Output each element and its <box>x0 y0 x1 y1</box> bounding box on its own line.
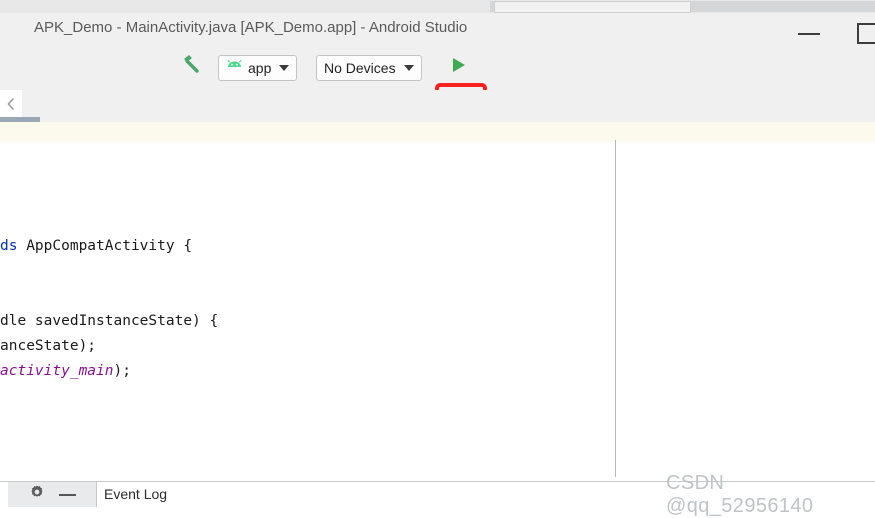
scrollbar-thumb[interactable] <box>494 1 691 13</box>
window-maximize-button[interactable] <box>857 23 875 44</box>
window-minimize-button[interactable] <box>798 33 820 35</box>
code-token: anceState); <box>0 337 97 354</box>
editor-tab-strip <box>0 90 875 123</box>
window-title-bar: APK_Demo - MainActivity.java [APK_Demo.a… <box>0 13 875 46</box>
event-log-tab[interactable]: Event Log <box>104 486 167 502</box>
chevron-left-icon[interactable] <box>0 90 22 117</box>
code-token: AppCompatActivity { <box>17 237 193 254</box>
tool-window-controls <box>8 482 97 507</box>
editor-notification-banner <box>0 122 875 142</box>
bottom-status-bar: Event Log <box>0 481 875 507</box>
code-line: dle savedInstanceState) { <box>0 309 610 334</box>
module-selector-combo[interactable]: app <box>218 54 298 81</box>
editor-split-divider[interactable] <box>615 140 616 477</box>
code-token: ds <box>0 237 18 254</box>
main-toolbar: app No Devices A <box>0 45 875 133</box>
minimize-dash-icon[interactable] <box>58 493 76 496</box>
code-line: activity_main); <box>0 359 610 384</box>
chevron-down-icon[interactable] <box>279 64 290 71</box>
hammer-icon <box>176 52 202 83</box>
page-title: APK_Demo - MainActivity.java [APK_Demo.a… <box>34 19 468 36</box>
chevron-down-icon[interactable] <box>403 64 414 71</box>
code-editor[interactable]: ds AppCompatActivity { dle savedInstance… <box>0 122 875 477</box>
code-token: dle savedInstanceState) { <box>0 312 219 329</box>
code-token: ); <box>113 362 131 379</box>
code-text[interactable]: ds AppCompatActivity { dle savedInstance… <box>0 159 610 384</box>
run-button[interactable] <box>447 45 469 90</box>
code-line: ds AppCompatActivity { <box>0 234 610 259</box>
module-selector[interactable]: app <box>218 45 298 90</box>
module-selector-label: app <box>248 59 272 76</box>
code-line: anceState); <box>0 334 610 359</box>
device-selector[interactable]: No Devices <box>316 45 422 90</box>
device-selector-combo[interactable]: No Devices <box>316 54 422 81</box>
code-token: activity_main <box>0 362 114 379</box>
play-triangle-icon <box>447 54 469 81</box>
android-robot-icon <box>226 59 243 76</box>
build-button[interactable] <box>176 45 202 90</box>
gear-icon[interactable] <box>29 484 45 505</box>
horizontal-scrollbar[interactable] <box>0 0 875 13</box>
device-selector-label: No Devices <box>324 59 396 76</box>
